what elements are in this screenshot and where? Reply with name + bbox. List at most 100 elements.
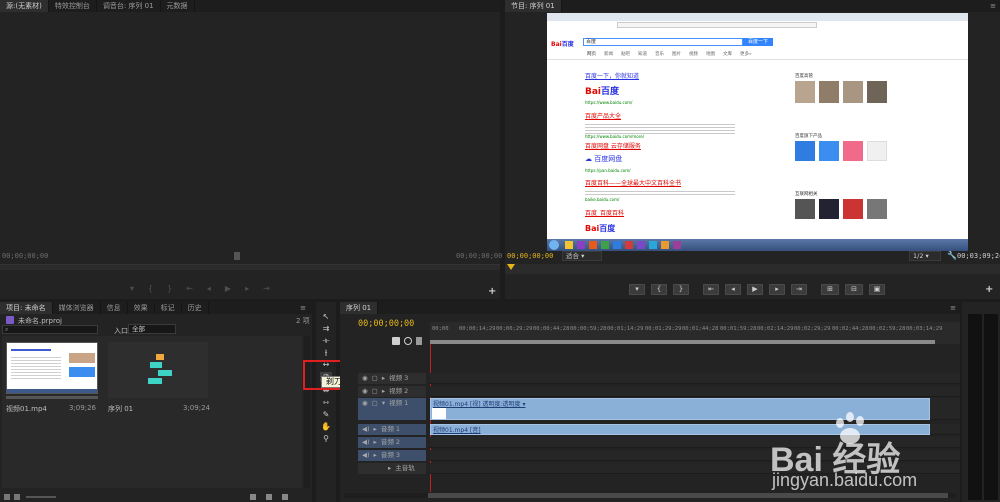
go-to-out-button[interactable]: ⇥: [791, 284, 807, 295]
program-resolution-select[interactable]: 1/2 ▾: [909, 251, 941, 261]
ripple-edit-tool-icon[interactable]: ⟛: [320, 336, 332, 346]
pen-tool-icon[interactable]: ✎: [320, 410, 332, 420]
avatar[interactable]: [819, 81, 839, 103]
timeline-zoom-bar[interactable]: [344, 493, 956, 498]
browser-tab-tieba[interactable]: 贴吧: [621, 52, 630, 57]
track-row-video-3[interactable]: [430, 373, 960, 384]
source-step-back-icon[interactable]: {: [148, 284, 167, 293]
expand-icon[interactable]: ▸: [388, 464, 391, 472]
result-title[interactable]: 百度百科——全球最大中文百科全书: [585, 178, 745, 187]
app-icon[interactable]: [577, 241, 585, 249]
eye-icon[interactable]: ◉: [362, 374, 368, 382]
timeline-timecode[interactable]: 00;00;00;00: [358, 319, 414, 329]
in-filter-select[interactable]: 全部: [128, 324, 176, 334]
timeline-menu-icon[interactable]: ≡: [950, 304, 956, 312]
tab-project[interactable]: 项目: 未命名: [0, 302, 53, 314]
track-video-3[interactable]: ◉ ▢ ▸ 视频 3: [358, 373, 426, 384]
export-frame-button[interactable]: ▣: [869, 284, 885, 295]
source-fwd-frame-icon[interactable]: ▸: [245, 284, 263, 293]
program-timecode-current[interactable]: 00;00;00;00: [507, 252, 553, 260]
play-button[interactable]: ▶: [747, 284, 763, 295]
related-thumb[interactable]: [867, 199, 887, 219]
related-thumb[interactable]: [795, 199, 815, 219]
source-scrub-bar[interactable]: [0, 264, 500, 270]
expand-icon[interactable]: ▸: [374, 438, 377, 446]
hand-tool-icon[interactable]: ✋: [320, 422, 332, 432]
project-menu-icon[interactable]: ≡: [300, 304, 306, 312]
lift-button[interactable]: ⊞: [821, 284, 839, 295]
track-select-tool-icon[interactable]: ⇉: [320, 324, 332, 334]
tab-history[interactable]: 历史: [182, 302, 209, 314]
browser-tab-news[interactable]: 新闻: [604, 52, 613, 57]
app-icon[interactable]: [601, 241, 609, 249]
program-fit-select[interactable]: 适合 ▾: [562, 251, 602, 261]
result-title[interactable]: 百度一下，你就知道: [585, 71, 745, 80]
product-icon[interactable]: [819, 141, 839, 161]
program-add-button[interactable]: +: [985, 284, 993, 295]
expand-icon[interactable]: ▾: [382, 399, 385, 407]
source-marker-icon[interactable]: [234, 252, 240, 260]
app-icon[interactable]: [565, 241, 573, 249]
browser-tab-video[interactable]: 视频: [689, 52, 698, 57]
product-icon[interactable]: [867, 141, 887, 161]
result-title[interactable]: 百度产品大全: [585, 111, 745, 120]
track-audio-1[interactable]: ◀) ▸ 音频 1: [358, 424, 426, 435]
mark-out-brace-button[interactable]: }: [673, 284, 689, 295]
step-forward-button[interactable]: ▸: [769, 284, 785, 295]
list-view-icon[interactable]: [4, 494, 10, 500]
new-bin-icon[interactable]: [250, 494, 256, 500]
step-back-button[interactable]: ◂: [725, 284, 741, 295]
expand-icon[interactable]: ▸: [374, 425, 377, 433]
mark-in-brace-button[interactable]: {: [651, 284, 667, 295]
speaker-icon[interactable]: ◀): [362, 425, 370, 433]
browser-tab-more[interactable]: 更多»: [740, 52, 752, 57]
source-step-forward-icon[interactable]: }: [167, 284, 186, 293]
result-title[interactable]: 百度_百度百科: [585, 208, 745, 217]
source-next-icon[interactable]: ⇥: [263, 284, 284, 293]
app-icon[interactable]: [661, 241, 669, 249]
app-icon[interactable]: [589, 241, 597, 249]
program-scrub-bar[interactable]: [505, 264, 1000, 274]
project-item-sequence[interactable]: 序列 01 3;09;24: [106, 340, 210, 424]
source-add-button[interactable]: +: [488, 286, 496, 297]
lock-icon[interactable]: ▢: [372, 374, 378, 382]
source-play-icon[interactable]: ▶: [225, 284, 245, 293]
tab-sequence[interactable]: 序列 01: [340, 302, 379, 314]
lock-icon[interactable]: ▢: [372, 387, 378, 395]
marker-icon[interactable]: [416, 337, 422, 345]
tab-source[interactable]: 源:(无素材): [0, 0, 49, 12]
tab-media-browser[interactable]: 媒体浏览器: [53, 302, 101, 314]
tab-info[interactable]: 信息: [101, 302, 128, 314]
browser-search-input[interactable]: 百度: [583, 38, 743, 46]
expand-icon[interactable]: ▸: [382, 374, 385, 382]
icon-view-icon[interactable]: [14, 494, 20, 500]
browser-tab-zhidao[interactable]: 知道: [638, 52, 647, 57]
avatar[interactable]: [795, 81, 815, 103]
expand-icon[interactable]: ▸: [382, 387, 385, 395]
wrench-icon[interactable]: 🔧: [947, 251, 957, 260]
browser-tab-wenku[interactable]: 文库: [723, 52, 732, 57]
project-scrollbar[interactable]: [304, 336, 310, 488]
product-icon[interactable]: [843, 141, 863, 161]
browser-tab-map[interactable]: 地图: [706, 52, 715, 57]
extract-button[interactable]: ⊟: [845, 284, 863, 295]
playhead-marker[interactable]: [507, 264, 515, 270]
track-audio-3[interactable]: ◀) ▸ 音频 3: [358, 450, 426, 461]
snap-icon[interactable]: [392, 337, 400, 345]
go-to-in-button[interactable]: ⇤: [703, 284, 719, 295]
result-title[interactable]: 百度网盘 云存储服务: [585, 141, 745, 150]
avatar[interactable]: [843, 81, 863, 103]
zoom-handle[interactable]: [428, 493, 948, 498]
thumbnail-scrubber[interactable]: [6, 396, 98, 399]
zoom-slider[interactable]: [26, 496, 56, 498]
project-search-input[interactable]: ⌕: [2, 325, 98, 334]
app-icon[interactable]: [613, 241, 621, 249]
avatar[interactable]: [867, 81, 887, 103]
tab-effect-controls[interactable]: 特效控制台: [49, 0, 97, 12]
mark-in-button[interactable]: ▾: [629, 284, 645, 295]
source-prev-icon[interactable]: ⇤: [186, 284, 207, 293]
browser-tab-image[interactable]: 图片: [672, 52, 681, 57]
tab-audio-mixer[interactable]: 调音台: 序列 01: [97, 0, 161, 12]
speaker-icon[interactable]: ◀): [362, 451, 370, 459]
work-area-bar[interactable]: [430, 340, 935, 344]
